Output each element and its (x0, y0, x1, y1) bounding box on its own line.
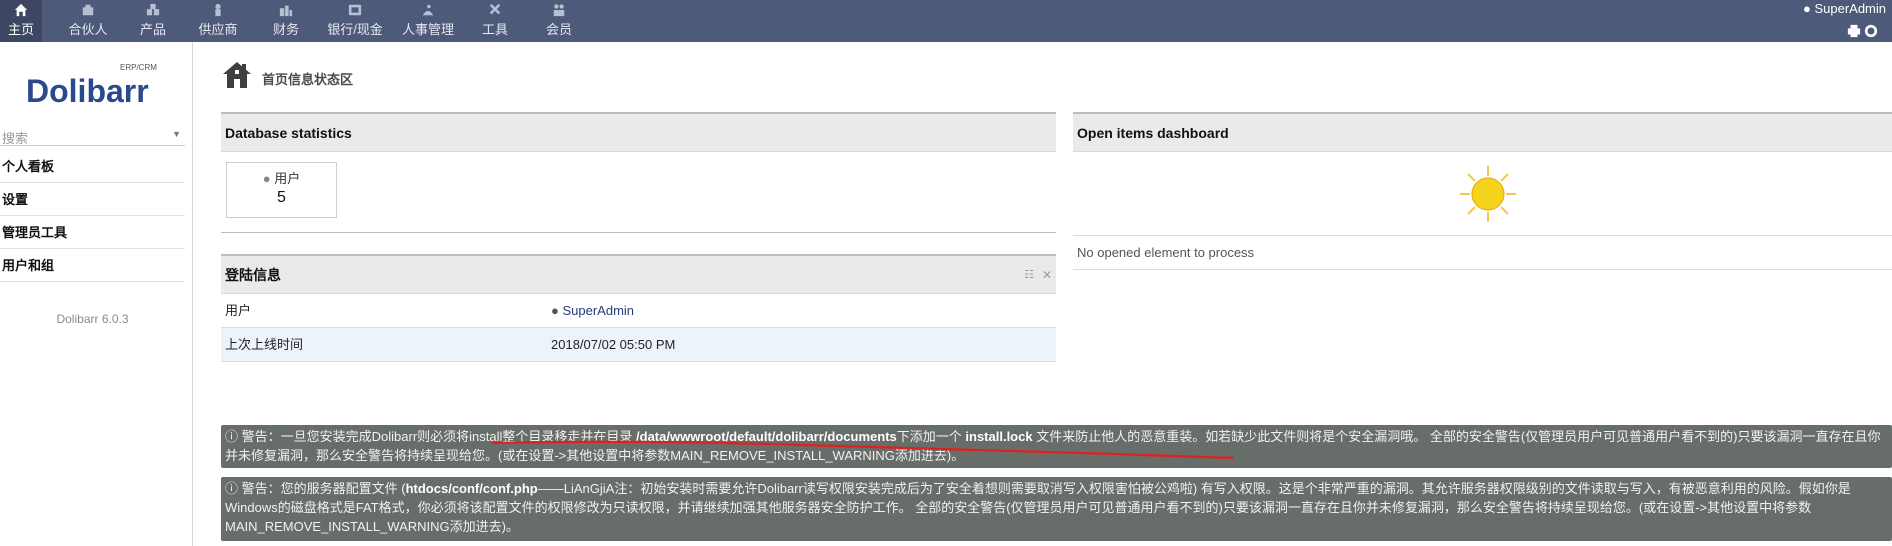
product-icon (146, 3, 160, 17)
dolibarr-logo[interactable]: Dolibarr ERP/CRM (24, 62, 164, 112)
sidebar-item-dashboard[interactable]: 个人看板 (0, 150, 185, 183)
stat-users[interactable]: ● 用户 5 (226, 162, 337, 218)
tab-home[interactable]: 主页 (0, 0, 42, 42)
chevron-down-icon[interactable]: ▼ (172, 129, 181, 139)
login-info-title: 登陆信息 (225, 267, 281, 283)
tab-suppliers[interactable]: 供应商 (190, 0, 246, 42)
search-input[interactable]: 搜索 ▼ (0, 124, 185, 146)
open-items-box: Open items dashboard No opened element t… (1073, 112, 1892, 310)
info-icon: ⓘ (225, 429, 239, 444)
tab-label: 财务 (272, 22, 299, 37)
tab-finance[interactable]: 财务 (258, 0, 314, 42)
logo-text: Dolibarr (26, 73, 149, 109)
tab-label: 主页 (7, 22, 34, 37)
sun-icon (1460, 166, 1516, 222)
user-name: SuperAdmin (1814, 1, 1886, 16)
finance-icon (279, 3, 293, 17)
tab-tools[interactable]: 工具 (470, 0, 520, 42)
table-row: 上次上线时间 2018/07/02 05:50 PM (221, 328, 1056, 362)
tab-label: 银行/现金 (327, 22, 383, 37)
row-value: ● SuperAdmin (551, 294, 634, 328)
open-items-graphic (1073, 152, 1892, 236)
logo-subtext: ERP/CRM (120, 63, 157, 72)
warning-text-prefix: 警告：您的服务器配置文件 ( (241, 481, 406, 496)
config-warning: ⓘ 警告：您的服务器配置文件 (htdocs/conf/conf.php——Li… (221, 477, 1892, 541)
search-placeholder: 搜索 (2, 131, 29, 146)
stat-users-label: ● 用户 (262, 171, 301, 186)
app-version: Dolibarr 6.0.3 (56, 312, 129, 326)
tab-products[interactable]: 产品 (128, 0, 178, 42)
top-menu-bar: 主页 合伙人 产品 供应商 财务 银行/现金 人事管理 工具 会员 ● Supe… (0, 0, 1892, 42)
warning-file: htdocs/conf/conf.php (405, 481, 538, 496)
database-statistics-box: Database statistics ● 用户 5 (221, 112, 1056, 233)
box-title: Database statistics (221, 114, 1056, 152)
current-user[interactable]: ● SuperAdmin (1803, 1, 1886, 16)
user-icon: ● (551, 303, 559, 318)
login-info-box: 登陆信息 ☷ ✕ 用户 ● SuperAdmin 上次上线时间 2018/07/… (221, 254, 1056, 362)
row-value: 2018/07/02 05:50 PM (551, 337, 676, 352)
top-tools (1844, 24, 1888, 38)
table-row: 用户 ● SuperAdmin (221, 294, 1056, 328)
info-icon: ⓘ (225, 481, 239, 496)
page-title: 首页信息状态区 (262, 72, 354, 87)
home-icon (223, 62, 251, 88)
print-icon[interactable] (1847, 24, 1861, 38)
row-key: 用户 (225, 303, 252, 318)
help-icon[interactable] (1864, 24, 1878, 38)
tab-label: 产品 (139, 22, 166, 37)
tab-bank[interactable]: 银行/现金 (318, 0, 392, 42)
partner-icon (81, 3, 95, 17)
member-icon (552, 3, 566, 17)
sidebar-item-users-groups[interactable]: 用户和组 (0, 249, 185, 282)
tab-partners[interactable]: 合伙人 (60, 0, 116, 42)
user-icon: ● (262, 171, 271, 186)
left-sidebar: Dolibarr ERP/CRM 搜索 ▼ 个人看板 设置 管理员工具 用户和组… (0, 42, 193, 546)
user-link[interactable]: SuperAdmin (562, 303, 634, 318)
tab-label: 工具 (481, 22, 508, 37)
sidebar-menu: 个人看板 设置 管理员工具 用户和组 (0, 150, 185, 282)
tab-hr[interactable]: 人事管理 (396, 0, 460, 42)
tools-icon (488, 3, 502, 17)
supplier-icon (211, 3, 225, 17)
drag-handle-icon[interactable]: ☷ (1024, 256, 1034, 294)
main-content: 首页信息状态区 Database statistics ● 用户 5 Open … (194, 42, 1892, 546)
box-title: Open items dashboard (1073, 114, 1892, 152)
stat-users-count: 5 (277, 189, 286, 206)
bank-icon (348, 3, 362, 17)
hr-icon (421, 3, 435, 17)
tab-label: 会员 (545, 22, 572, 37)
tab-members[interactable]: 会员 (534, 0, 584, 42)
open-items-empty-text: No opened element to process (1073, 236, 1892, 270)
db-stats-body: ● 用户 5 (221, 152, 1056, 232)
box-title: 登陆信息 ☷ ✕ (221, 256, 1056, 294)
close-icon[interactable]: ✕ (1042, 256, 1052, 294)
tab-label: 合伙人 (68, 22, 108, 37)
row-key: 上次上线时间 (225, 337, 304, 352)
sidebar-item-setup[interactable]: 设置 (0, 183, 185, 216)
user-icon: ● (1802, 1, 1811, 16)
red-underline-annotation (491, 440, 1234, 460)
tab-label: 供应商 (198, 22, 238, 37)
tab-label: 人事管理 (401, 22, 454, 37)
sidebar-item-admin-tools[interactable]: 管理员工具 (0, 216, 185, 249)
home-icon (14, 3, 28, 17)
